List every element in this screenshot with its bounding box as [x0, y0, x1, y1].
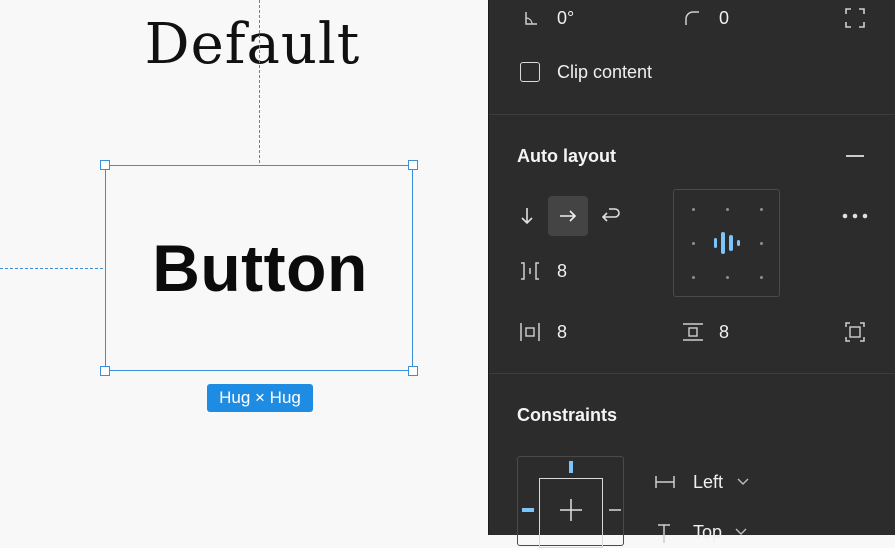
- constraints-widget[interactable]: [517, 456, 624, 548]
- design-canvas[interactable]: Default Button Hug × Hug: [0, 0, 488, 535]
- align-center-active-icon[interactable]: [712, 230, 742, 256]
- button-text-layer[interactable]: Button: [105, 230, 415, 306]
- resize-handle-bottom-right[interactable]: [408, 366, 418, 376]
- rotation-input[interactable]: 0°: [557, 8, 574, 29]
- vertical-padding-input[interactable]: 8: [719, 322, 729, 343]
- chevron-down-icon[interactable]: [737, 478, 749, 486]
- vertical-constraint-icon: [658, 524, 670, 543]
- align-middle-right[interactable]: [760, 242, 763, 245]
- align-bottom-right[interactable]: [760, 276, 763, 279]
- direction-wrap-icon[interactable]: [599, 206, 621, 226]
- section-divider: [489, 373, 895, 374]
- horizontal-constraint-select[interactable]: Left: [693, 472, 723, 493]
- vertical-spacing-guide: [259, 0, 260, 163]
- resize-handle-top-right[interactable]: [408, 160, 418, 170]
- independent-corners-icon[interactable]: [845, 8, 865, 28]
- align-bottom-center[interactable]: [726, 276, 729, 279]
- horizontal-constraint-icon: [655, 476, 675, 488]
- align-bottom-left[interactable]: [692, 276, 695, 279]
- align-top-left[interactable]: [692, 208, 695, 211]
- constraints-title: Constraints: [517, 405, 618, 425]
- size-badge: Hug × Hug: [207, 384, 313, 412]
- corner-radius-icon: [685, 11, 699, 25]
- item-spacing-icon: [521, 262, 539, 280]
- minus-icon[interactable]: [845, 148, 865, 164]
- align-middle-left[interactable]: [692, 242, 695, 245]
- align-top-right[interactable]: [760, 208, 763, 211]
- more-options-icon[interactable]: [841, 212, 869, 220]
- vertical-constraint-select[interactable]: Top: [693, 522, 722, 543]
- horizontal-padding-input[interactable]: 8: [557, 322, 567, 343]
- corner-radius-input[interactable]: 0: [719, 8, 729, 29]
- resize-handle-top-left[interactable]: [100, 160, 110, 170]
- individual-padding-icon[interactable]: [845, 322, 865, 342]
- clip-content-checkbox[interactable]: [520, 62, 540, 82]
- horizontal-padding-icon: [520, 323, 540, 341]
- item-spacing-input[interactable]: 8: [557, 261, 567, 282]
- section-divider: [489, 114, 895, 115]
- align-top-center[interactable]: [726, 208, 729, 211]
- horizontal-spacing-guide: [0, 268, 103, 269]
- auto-layout-title: Auto layout: [517, 146, 616, 166]
- rotation-angle-icon: [525, 12, 537, 25]
- direction-vertical-icon[interactable]: [519, 206, 535, 226]
- direction-horizontal-icon: [560, 210, 577, 222]
- resize-handle-bottom-left[interactable]: [100, 366, 110, 376]
- constraints-lines-icon: [522, 461, 621, 521]
- alignment-grid[interactable]: [673, 189, 780, 297]
- clip-content-label: Clip content: [557, 62, 653, 82]
- properties-panel: 0° 0 Clip content Auto layout 8 8 8 Cons…: [488, 0, 895, 548]
- frame-title: Default: [144, 12, 361, 77]
- vertical-padding-icon: [683, 323, 703, 341]
